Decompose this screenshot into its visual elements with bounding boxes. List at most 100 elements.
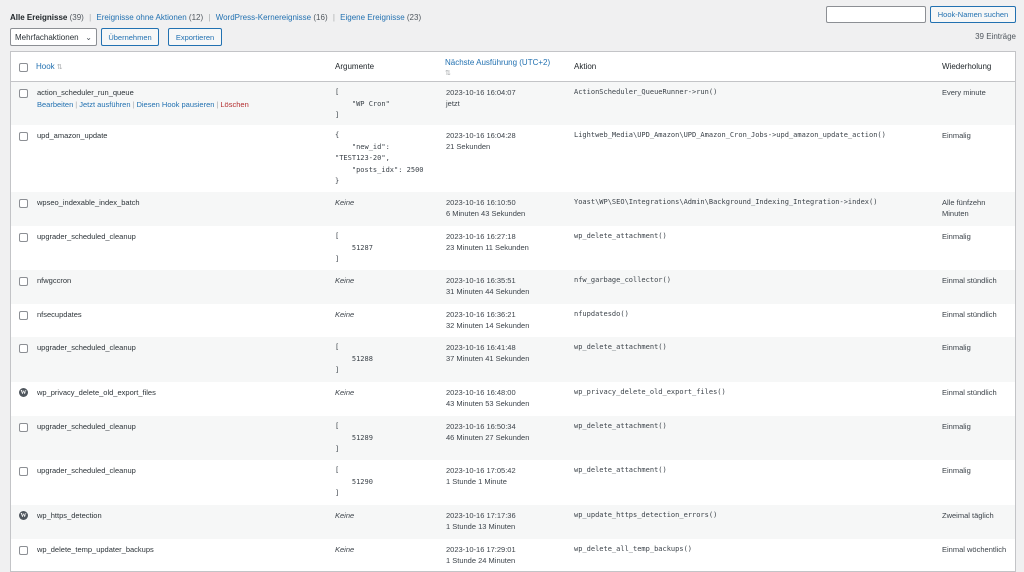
row-checkbox[interactable] — [19, 132, 28, 141]
hook-arguments: Keine — [335, 545, 355, 554]
table-row: action_scheduler_run_queue [ "WP Cron" ] 2… — [11, 82, 1015, 125]
recurrence: Einmalig — [942, 466, 971, 475]
next-run-relative: 6 Minuten 43 Sekunden — [446, 209, 526, 218]
next-run-date: 2023-10-16 16:50:34 — [446, 422, 516, 431]
pause-hook-link[interactable]: Diesen Hook pausieren — [136, 100, 214, 109]
hook-name: upgrader_scheduled_cleanup — [37, 422, 136, 431]
hook-action: Lightweb_Media\UPD_Amazon\UPD_Amazon_Cro… — [574, 131, 886, 139]
hook-name: wp_delete_temp_updater_backups — [37, 545, 154, 554]
next-run-relative: jetzt — [446, 99, 460, 108]
recurrence: Einmal wöchentlich — [942, 545, 1007, 554]
table-row: upd_amazon_update { "new_id": "TEST123-20… — [11, 125, 1015, 192]
next-run-date: 2023-10-16 16:10:50 — [446, 198, 516, 207]
sort-arrows-icon: ⇅ — [56, 64, 63, 71]
recurrence: Einmal stündlich — [942, 276, 997, 285]
hook-name: wpseo_indexable_index_batch — [37, 198, 140, 207]
hook-action: wp_update_https_detection_errors() — [574, 511, 718, 519]
select-all-checkbox[interactable] — [19, 63, 28, 72]
table-row: nfwgccron Keine 2023-10-16 16:35:51 31 Minu… — [11, 270, 1015, 304]
hook-name: action_scheduler_run_queue — [37, 88, 134, 97]
edit-link[interactable]: Bearbeiten — [37, 100, 73, 109]
bulk-actions-select[interactable]: Mehrfachaktionen ⌄ — [10, 28, 97, 46]
hook-action: wp_delete_all_temp_backups() — [574, 545, 693, 553]
hook-arguments: [ 51287 ] — [335, 232, 373, 263]
table-row: upgrader_scheduled_cleanup [ 51288 ] 2023-… — [11, 337, 1015, 382]
column-next-run-label: Nächste Ausführung (UTC+2) — [445, 58, 551, 67]
row-checkbox[interactable] — [19, 546, 28, 555]
table-row: wpseo_indexable_index_batch Keine 2023-10-… — [11, 192, 1015, 226]
filter-all-events[interactable]: Alle Ereignisse — [10, 13, 67, 22]
hook-name: nfwgccron — [37, 276, 72, 285]
row-checkbox[interactable] — [19, 89, 28, 98]
next-run-relative: 32 Minuten 14 Sekunden — [446, 321, 530, 330]
hook-action: wp_delete_attachment() — [574, 232, 667, 240]
table-row: upgrader_scheduled_cleanup [ 51290 ] 2023-… — [11, 460, 1015, 505]
bulk-actions-label: Mehrfachaktionen — [15, 32, 79, 42]
row-checkbox[interactable] — [19, 344, 28, 353]
next-run-date: 2023-10-16 16:35:51 — [446, 276, 516, 285]
filter-core-count: (16) — [313, 13, 328, 22]
row-checkbox[interactable] — [19, 233, 28, 242]
column-action: Aktion — [574, 62, 597, 71]
table-row: wp_delete_temp_updater_backups Keine 2023-… — [11, 539, 1015, 571]
filter-no-action-events[interactable]: Ereignisse ohne Aktionen — [96, 13, 186, 22]
row-checkbox[interactable] — [19, 311, 28, 320]
delete-link[interactable]: Löschen — [220, 100, 248, 109]
table-row: upgrader_scheduled_cleanup [ 51289 ] 2023-… — [11, 416, 1015, 460]
row-checkbox[interactable] — [19, 467, 28, 476]
recurrence: Einmalig — [942, 232, 971, 241]
hook-action: nfupdatesdo() — [574, 310, 629, 318]
hook-arguments: [ "WP Cron" ] — [335, 88, 390, 119]
table-row: nfsecupdates Keine 2023-10-16 16:36:21 32 M… — [11, 304, 1015, 337]
hook-arguments: [ 51288 ] — [335, 343, 373, 374]
next-run-date: 2023-10-16 16:04:28 — [446, 131, 516, 140]
recurrence: Einmalig — [942, 131, 971, 140]
next-run-date: 2023-10-16 17:17:36 — [446, 511, 516, 520]
hook-name: wp_privacy_delete_old_export_files — [37, 388, 156, 397]
next-run-relative: 1 Stunde 24 Minuten — [446, 556, 516, 565]
hook-action: wp_delete_attachment() — [574, 466, 667, 474]
filter-custom-events[interactable]: Eigene Ereignisse — [340, 13, 404, 22]
hook-name: upgrader_scheduled_cleanup — [37, 232, 136, 241]
wordpress-logo-icon: W — [19, 388, 28, 397]
next-run-relative: 46 Minuten 27 Sekunden — [446, 433, 530, 442]
recurrence: Einmalig — [942, 422, 971, 431]
hook-action: wp_privacy_delete_old_export_files() — [574, 388, 726, 396]
next-run-date: 2023-10-16 17:29:01 — [446, 545, 516, 554]
row-checkbox[interactable] — [19, 199, 28, 208]
search-hooks-button[interactable]: Hook-Namen suchen — [930, 6, 1016, 23]
cron-events-table: Hook ⇅ Argumente Nächste Ausführung (UTC+… — [10, 51, 1016, 572]
apply-button[interactable]: Übernehmen — [101, 28, 159, 46]
next-run-relative: 37 Minuten 41 Sekunden — [446, 354, 530, 363]
hook-action: wp_delete_attachment() — [574, 343, 667, 351]
table-row: Wwp_privacy_delete_old_export_files Keine… — [11, 382, 1015, 416]
recurrence: Alle fünfzehn Minuten — [942, 198, 986, 218]
next-run-relative: 31 Minuten 44 Sekunden — [446, 287, 530, 296]
event-filter-links: Alle Ereignisse (39) | Ereignisse ohne A… — [10, 13, 421, 22]
row-action-separator: | — [216, 100, 219, 109]
column-hook[interactable]: Hook ⇅ — [36, 62, 63, 71]
recurrence: Einmal stündlich — [942, 388, 997, 397]
hook-name: nfsecupdates — [37, 310, 82, 319]
recurrence: Einmal stündlich — [942, 310, 997, 319]
table-header: Hook ⇅ Argumente Nächste Ausführung (UTC+… — [11, 52, 1015, 82]
filter-separator: | — [89, 13, 92, 22]
chevron-down-icon: ⌄ — [85, 33, 92, 42]
column-recurrence: Wiederholung — [942, 62, 992, 71]
row-action-separator: | — [75, 100, 78, 109]
next-run-relative: 1 Stunde 1 Minute — [446, 477, 507, 486]
run-now-link[interactable]: Jetzt ausführen — [79, 100, 130, 109]
hook-arguments: [ 51290 ] — [335, 466, 373, 497]
table-row: upgrader_scheduled_cleanup [ 51287 ] 2023-… — [11, 226, 1015, 270]
filter-core-events[interactable]: WordPress-Kernereignisse — [216, 13, 311, 22]
export-button[interactable]: Exportieren — [168, 28, 222, 46]
next-run-relative: 21 Sekunden — [446, 142, 491, 151]
wordpress-logo-icon: W — [19, 511, 28, 520]
row-checkbox[interactable] — [19, 423, 28, 432]
next-run-relative: 43 Minuten 53 Sekunden — [446, 399, 530, 408]
hook-name: wp_https_detection — [37, 511, 102, 520]
hook-search-input[interactable] — [826, 6, 926, 23]
filter-no-action-count: (12) — [188, 13, 204, 22]
column-next-run[interactable]: Nächste Ausführung (UTC+2) ⇅ — [445, 57, 550, 79]
row-checkbox[interactable] — [19, 277, 28, 286]
